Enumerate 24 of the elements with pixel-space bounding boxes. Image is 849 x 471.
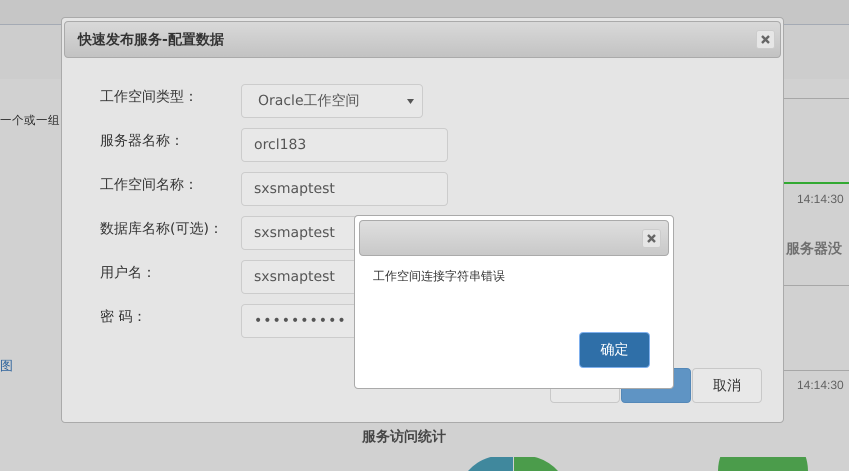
caret-icon <box>407 98 414 104</box>
input-field[interactable]: sxsmaptest <box>241 172 448 206</box>
confirm-button[interactable]: 确定 <box>579 332 650 368</box>
field-label: 用户名： <box>100 264 157 282</box>
field-label: 工作空间类型： <box>100 88 199 106</box>
chart-line <box>784 182 849 184</box>
workspace-type-select[interactable]: Oracle工作空间 <box>241 84 423 118</box>
close-button[interactable] <box>756 30 775 49</box>
section-heading: 服务访问统计 <box>362 428 446 446</box>
link[interactable]: 图 <box>0 357 13 375</box>
section-heading: 服务器没 <box>786 240 842 258</box>
field-label: 密 码： <box>100 308 148 326</box>
dialog-title: 快速发布服务-配置数据 <box>78 30 224 48</box>
close-icon <box>761 35 770 44</box>
close-button[interactable] <box>642 228 661 248</box>
field-label: 工作空间名称： <box>100 176 199 194</box>
close-icon <box>647 234 656 242</box>
input-field[interactable]: orcl183 <box>241 128 448 162</box>
description-text: 一个或一组 <box>0 113 60 128</box>
time-label: 14:14:30 <box>797 378 844 392</box>
field-label: 数据库名称(可选)： <box>100 220 224 238</box>
field-label: 服务器名称： <box>100 132 185 150</box>
time-label: 14:14:30 <box>797 192 844 206</box>
cancel-button[interactable]: 取消 <box>692 368 762 403</box>
